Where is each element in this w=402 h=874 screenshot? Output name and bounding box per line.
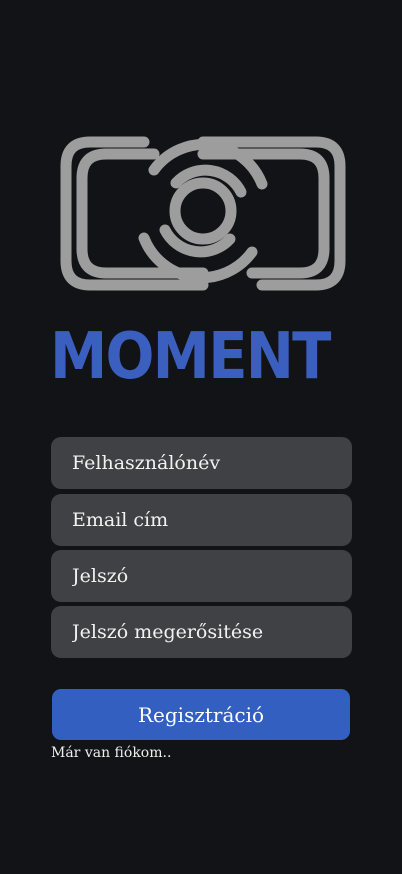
register-button[interactable]: Regisztráció (52, 689, 350, 740)
username-field[interactable] (51, 437, 352, 489)
login-link[interactable]: Már van fiókom.. (51, 745, 171, 761)
camera-lens-icon (60, 136, 346, 291)
password-field[interactable] (51, 550, 352, 602)
confirm-password-field[interactable] (51, 606, 352, 658)
email-field[interactable] (51, 494, 352, 546)
app-title: MOMENT (50, 320, 331, 394)
